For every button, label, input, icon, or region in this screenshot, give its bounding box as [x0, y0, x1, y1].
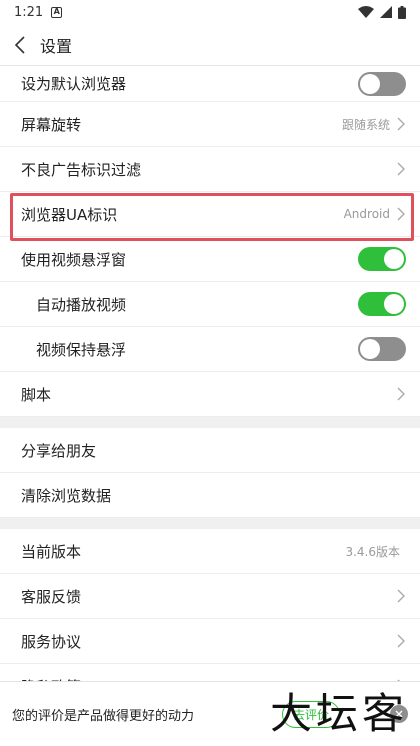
row-ua-identifier[interactable]: 浏览器UA标识 Android	[0, 192, 420, 237]
row-ad-filter[interactable]: 不良广告标识过滤	[0, 147, 420, 192]
row-screen-rotation[interactable]: 屏幕旋转 跟随系统	[0, 102, 420, 147]
default-browser-toggle[interactable]	[358, 71, 406, 96]
row-label: 自动播放视频	[36, 295, 127, 314]
row-label: 使用视频悬浮窗	[21, 250, 127, 269]
row-service-agreement[interactable]: 服务协议	[0, 619, 420, 664]
chevron-right-icon	[397, 117, 405, 131]
status-bar: 1:21 A	[0, 0, 420, 24]
row-label: 不良广告标识过滤	[21, 160, 142, 179]
chevron-right-icon	[397, 162, 405, 176]
row-label: 脚本	[21, 385, 52, 404]
row-label: 设为默认浏览器	[21, 75, 127, 93]
version-value: 3.4.6版本	[345, 544, 400, 559]
row-value: 跟随系统	[341, 117, 390, 132]
row-share[interactable]: 分享给朋友	[0, 428, 420, 473]
video-float-toggle[interactable]	[358, 247, 406, 271]
row-value: Android	[343, 207, 390, 221]
notification-badge-icon: A	[51, 6, 63, 18]
rating-message: 您的评价是产品做得更好的动力	[12, 708, 195, 724]
row-autoplay-video[interactable]: 自动播放视频	[0, 282, 420, 327]
settings-list: 设为默认浏览器 屏幕旋转 跟随系统 不良广告标识过滤 浏览器UA标识 Andro…	[0, 66, 420, 709]
back-button[interactable]	[0, 24, 40, 66]
section-divider	[0, 417, 420, 428]
row-clear-data[interactable]: 清除浏览数据	[0, 473, 420, 518]
row-feedback[interactable]: 客服反馈	[0, 574, 420, 619]
row-script[interactable]: 脚本	[0, 372, 420, 417]
row-label: 客服反馈	[21, 587, 82, 606]
row-label: 浏览器UA标识	[21, 205, 118, 224]
row-label: 服务协议	[21, 632, 82, 651]
signal-icon	[380, 6, 392, 18]
row-video-float[interactable]: 使用视频悬浮窗	[0, 237, 420, 282]
keep-floating-toggle[interactable]	[358, 337, 406, 361]
chevron-right-icon	[397, 387, 405, 401]
row-label: 分享给朋友	[21, 441, 97, 460]
chevron-right-icon	[397, 634, 405, 648]
battery-icon	[398, 5, 406, 19]
row-current-version: 当前版本 3.4.6版本	[0, 529, 420, 574]
row-keep-floating[interactable]: 视频保持悬浮	[0, 327, 420, 372]
row-label: 清除浏览数据	[21, 486, 112, 505]
row-label: 屏幕旋转	[21, 115, 82, 134]
status-time: 1:21	[14, 4, 44, 20]
row-label: 视频保持悬浮	[36, 340, 127, 359]
chevron-left-icon	[14, 35, 25, 54]
settings-header: 设置	[0, 24, 420, 66]
chevron-right-icon	[397, 207, 405, 221]
page-title: 设置	[40, 36, 73, 56]
row-default-browser[interactable]: 设为默认浏览器	[0, 66, 420, 102]
status-icons	[358, 5, 406, 19]
chevron-right-icon	[397, 589, 405, 603]
wifi-icon	[358, 6, 374, 18]
watermark-logo: 大坛客	[270, 689, 409, 738]
autoplay-video-toggle[interactable]	[358, 292, 406, 316]
section-divider	[0, 518, 420, 529]
row-label: 当前版本	[21, 542, 82, 561]
